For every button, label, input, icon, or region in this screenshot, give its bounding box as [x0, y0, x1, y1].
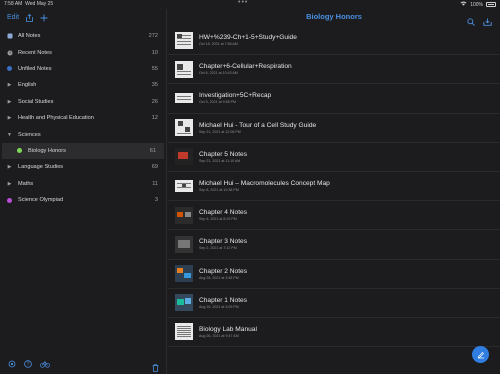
battery-icon — [486, 2, 496, 7]
sidebar-item-health-pe[interactable]: ▶ Health and Physical Education 12 — [0, 110, 166, 126]
olympiad-dot-icon — [7, 197, 12, 203]
wifi-icon — [460, 1, 467, 8]
biology-dot-icon — [17, 148, 22, 154]
note-title: Chapter 2 Notes — [199, 267, 248, 275]
sidebar-item-english[interactable]: ▶ English 35 — [0, 77, 166, 93]
note-title: Investigation+5C+Recap — [199, 92, 272, 100]
note-date: Sep 8, 2021 at 10:38 PM — [199, 188, 239, 193]
note-row[interactable]: Chapter+6-Cellular+Respiration Oct 6, 202… — [168, 55, 500, 85]
share-icon[interactable] — [26, 13, 33, 22]
note-thumbnail — [175, 60, 193, 78]
new-note-button[interactable] — [472, 346, 489, 363]
note-date: Sep 6, 2021 at 8:29 PM — [199, 217, 237, 222]
note-title: Biology Lab Manual — [199, 325, 257, 333]
note-row[interactable]: Michael Hui – Macromolecules Concept Map… — [168, 172, 500, 202]
chevron-right-icon[interactable]: ▶ — [8, 181, 12, 187]
battery-percent: 100% — [470, 1, 483, 8]
note-row[interactable]: Chapter 1 Notes Aug 26, 2021 at 3:09 PM — [168, 289, 500, 318]
settings-gear-icon[interactable] — [8, 355, 16, 373]
trash-icon[interactable] — [152, 359, 159, 374]
import-icon[interactable] — [483, 13, 492, 31]
notes-list: HW+%239-Ch+1-5+Study+Guide Oct 18, 2021 a… — [168, 26, 500, 348]
note-date: Sep 21, 2021 at 11:10 AM — [199, 158, 241, 163]
sidebar-item-recent-notes[interactable]: Recent Notes 10 — [0, 44, 166, 60]
sidebar-item-sciences[interactable]: ▼ Sciences — [0, 126, 166, 142]
note-thumbnail — [175, 93, 193, 104]
sidebar-item-maths[interactable]: ▶ Maths 11 — [0, 176, 166, 192]
note-title: Chapter+6-Cellular+Respiration — [199, 63, 292, 71]
sidebar-toolbar: Edit — [0, 9, 166, 26]
note-date: Oct 18, 2021 at 7:56 AM — [199, 42, 238, 47]
note-date: Oct 5, 2021 at 9:58 PM — [199, 100, 236, 105]
note-row[interactable]: Michael Hui - Tour of a Cell Study Guide… — [168, 114, 500, 143]
note-thumbnail — [175, 148, 193, 166]
multitasking-dots[interactable]: ••• — [238, 0, 248, 6]
note-row[interactable]: Chapter 3 Notes Sep 2, 2021 at 7:12 PM — [168, 230, 500, 260]
note-thumbnail — [175, 235, 193, 253]
search-icon[interactable] — [467, 13, 475, 31]
notes-pane: Biology Honors HW+%239-Ch+1-5+Study+Guid… — [168, 9, 500, 374]
chevron-right-icon[interactable]: ▶ — [8, 99, 12, 105]
chevron-right-icon[interactable]: ▶ — [8, 115, 12, 121]
note-title: Michael Hui - Tour of a Cell Study Guide — [199, 121, 317, 129]
notes-header: Biology Honors — [168, 9, 500, 26]
note-thumbnail — [175, 31, 193, 49]
sidebar-item-science-olympiad[interactable]: Science Olympiad 3 — [0, 192, 166, 208]
note-thumbnail — [175, 294, 193, 312]
note-row[interactable]: Chapter 5 Notes Sep 21, 2021 at 11:10 AM — [168, 143, 500, 172]
sidebar-item-unfiled-notes[interactable]: Unfiled Notes 55 — [0, 61, 166, 77]
note-thumbnail — [175, 119, 193, 137]
note-row[interactable]: Investigation+5C+Recap Oct 5, 2021 at 9:5… — [168, 84, 500, 114]
note-title: Chapter 4 Notes — [199, 209, 248, 217]
note-thumbnail — [175, 180, 193, 193]
edit-button[interactable]: Edit — [7, 14, 19, 21]
note-title: Chapter 1 Notes — [199, 296, 248, 304]
page-title: Biology Honors — [306, 12, 362, 21]
compose-icon — [477, 346, 485, 364]
sidebar-item-language-studies[interactable]: ▶ Language Studies 69 — [0, 159, 166, 175]
note-row[interactable]: Chapter 2 Notes Aug 26, 2021 at 3:48 PM — [168, 260, 500, 289]
status-time: 7:58 AM Wed May 25 — [4, 1, 54, 7]
note-date: Sep 21, 2021 at 12:08 PM — [199, 129, 241, 134]
clock-icon — [6, 50, 13, 56]
note-date: Sep 2, 2021 at 7:12 PM — [199, 246, 237, 251]
header-actions — [467, 13, 492, 31]
bicycle-icon[interactable] — [40, 355, 50, 373]
all-notes-icon — [6, 33, 13, 39]
svg-text:?: ? — [27, 361, 30, 367]
status-right: 100% — [460, 1, 496, 8]
note-thumbnail — [175, 265, 193, 283]
note-thumbnail — [175, 323, 193, 341]
note-date: Aug 26, 2021 at 3:48 PM — [199, 275, 239, 280]
add-icon[interactable] — [40, 14, 48, 22]
note-date: Oct 6, 2021 at 10:43 AM — [199, 71, 238, 76]
sidebar-item-biology-honors[interactable]: Biology Honors 61 — [2, 142, 164, 160]
note-row[interactable]: HW+%239-Ch+1-5+Study+Guide Oct 18, 2021 a… — [168, 26, 500, 56]
help-icon[interactable]: ? — [24, 355, 32, 373]
note-date: Aug 26, 2021 at 9:47 AM — [199, 333, 239, 338]
note-title: Michael Hui – Macromolecules Concept Map — [199, 180, 330, 188]
sidebar-list: All Notes 272 Recent Notes 10 Unfiled No… — [0, 28, 166, 208]
note-title: Chapter 3 Notes — [199, 238, 248, 246]
unfiled-dot-icon — [7, 66, 12, 72]
chevron-down-icon[interactable]: ▼ — [7, 132, 12, 138]
chevron-right-icon[interactable]: ▶ — [8, 164, 12, 170]
sidebar-item-all-notes[interactable]: All Notes 272 — [0, 28, 166, 44]
status-bar: 7:58 AM Wed May 25 ••• 100% — [0, 0, 500, 9]
sidebar: Edit All Notes 272 Recent Notes 10 Unfil… — [0, 9, 167, 374]
note-row[interactable]: Chapter 4 Notes Sep 6, 2021 at 8:29 PM — [168, 201, 500, 231]
chevron-right-icon[interactable]: ▶ — [8, 82, 12, 88]
note-row[interactable]: Biology Lab Manual Aug 26, 2021 at 9:47 A… — [168, 318, 500, 348]
sidebar-bottom-toolbar: ? — [0, 353, 167, 374]
sidebar-item-social-studies[interactable]: ▶ Social Studies 26 — [0, 94, 166, 110]
note-thumbnail — [175, 206, 193, 224]
note-title: Chapter 5 Notes — [199, 150, 248, 158]
note-title: HW+%239-Ch+1-5+Study+Guide — [199, 34, 297, 42]
note-date: Aug 26, 2021 at 3:09 PM — [199, 304, 239, 309]
